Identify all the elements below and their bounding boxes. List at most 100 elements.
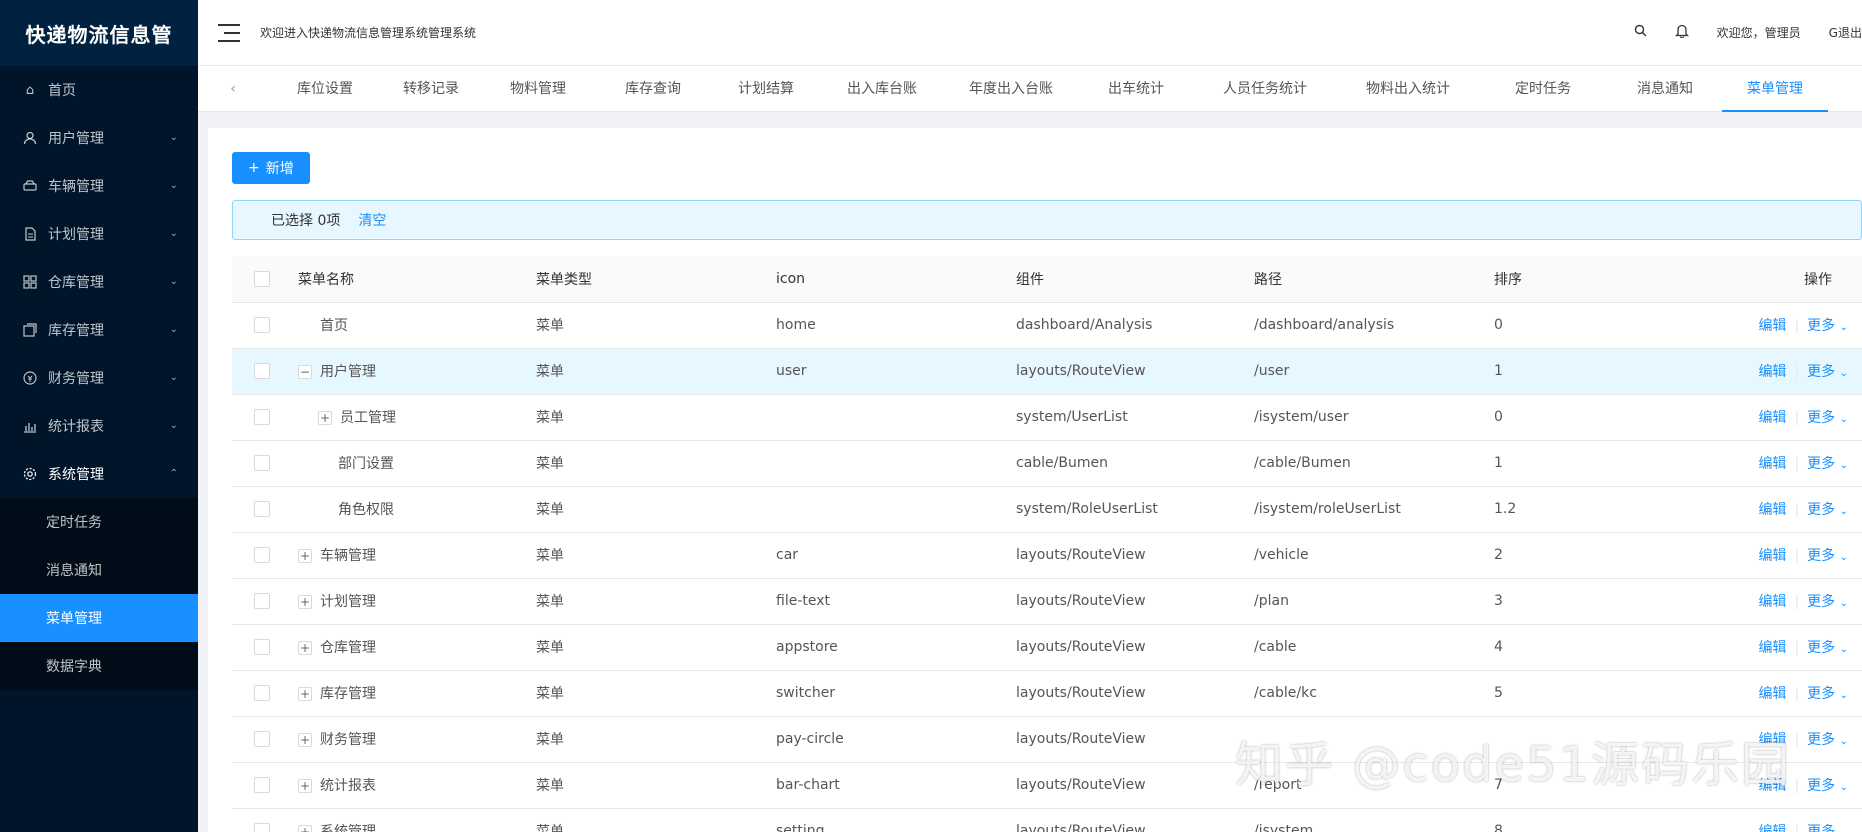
expand-row-icon[interactable]: −: [298, 365, 312, 379]
bell-icon[interactable]: [1674, 23, 1689, 42]
sidebar-item-statistics[interactable]: 统计报表 ⌄: [0, 402, 198, 450]
tab-menu-management[interactable]: 菜单管理: [1722, 66, 1828, 112]
content-card: + 新增 已选择 0项 清空 菜单名称 菜单类型 icon 组件 路径 排序 操: [208, 128, 1862, 832]
row-checkbox[interactable]: [254, 685, 270, 701]
tab-inventory-query[interactable]: 库存查询: [596, 66, 710, 112]
more-dropdown[interactable]: 更多 ⌄: [1807, 640, 1848, 656]
cell-component: system/RoleUserList: [1016, 486, 1254, 533]
sidebar-item-home[interactable]: ⌂ 首页: [0, 66, 198, 114]
more-dropdown[interactable]: 更多 ⌄: [1807, 410, 1848, 426]
switcher-icon: [22, 322, 38, 338]
edit-link[interactable]: 编辑: [1758, 548, 1786, 564]
expand-row-icon[interactable]: +: [298, 825, 312, 832]
row-checkbox[interactable]: [254, 317, 270, 333]
cell-name: 部门设置: [298, 440, 536, 487]
edit-link[interactable]: 编辑: [1758, 594, 1786, 610]
sidebar-item-label: 系统管理: [48, 467, 104, 483]
cell-component: layouts/RouteView: [1016, 716, 1254, 763]
tab-notifications[interactable]: 消息通知: [1608, 66, 1722, 112]
more-dropdown[interactable]: 更多 ⌄: [1807, 778, 1848, 794]
tab-scheduled-tasks[interactable]: 定时任务: [1478, 66, 1608, 112]
tab-material-management[interactable]: 物料管理: [480, 66, 596, 112]
expand-row-icon[interactable]: +: [298, 733, 312, 747]
select-all-checkbox[interactable]: [254, 270, 270, 287]
chevron-left-icon[interactable]: ‹: [198, 81, 268, 97]
sidebar-item-plan-management[interactable]: 计划管理 ⌄: [0, 210, 198, 258]
sidebar-subitem-scheduled-tasks[interactable]: 定时任务: [0, 498, 198, 546]
sidebar-item-user-management[interactable]: 用户管理 ⌄: [0, 114, 198, 162]
tab-transfer-records[interactable]: 转移记录: [382, 66, 480, 112]
tab-plan-settlement[interactable]: 计划结算: [710, 66, 822, 112]
cell-path: [1254, 716, 1494, 763]
edit-link[interactable]: 编辑: [1758, 318, 1786, 334]
row-checkbox[interactable]: [254, 501, 270, 517]
edit-link[interactable]: 编辑: [1758, 410, 1786, 426]
more-dropdown[interactable]: 更多 ⌄: [1807, 732, 1848, 748]
more-dropdown[interactable]: 更多 ⌄: [1807, 824, 1848, 832]
more-dropdown[interactable]: 更多 ⌄: [1807, 364, 1848, 380]
sidebar-subitem-menu-management[interactable]: 菜单管理: [0, 594, 198, 642]
edit-link[interactable]: 编辑: [1758, 502, 1786, 518]
sidebar-item-finance-management[interactable]: 财务管理 ⌄: [0, 354, 198, 402]
expand-row-icon[interactable]: +: [318, 411, 332, 425]
tab-staff-task-statistics[interactable]: 人员任务统计: [1192, 66, 1338, 112]
welcome-user[interactable]: 欢迎您，管理员: [1717, 24, 1801, 41]
row-checkbox[interactable]: [254, 455, 270, 471]
more-dropdown[interactable]: 更多 ⌄: [1807, 548, 1848, 564]
row-checkbox-cell: [232, 624, 298, 671]
edit-link[interactable]: 编辑: [1758, 778, 1786, 794]
more-dropdown[interactable]: 更多 ⌄: [1807, 594, 1848, 610]
chevron-down-icon: ⌄: [169, 420, 178, 431]
search-icon[interactable]: [1634, 24, 1647, 41]
cell-icon: file-text: [776, 578, 1016, 625]
cell-actions: 编辑 | 更多 ⌄: [1644, 762, 1862, 809]
expand-row-icon[interactable]: +: [298, 779, 312, 793]
row-checkbox[interactable]: [254, 639, 270, 655]
row-checkbox[interactable]: [254, 363, 270, 379]
row-checkbox[interactable]: [254, 823, 270, 832]
expand-row-icon[interactable]: +: [298, 687, 312, 701]
sidebar-item-system-management[interactable]: 系统管理 ⌃: [0, 450, 198, 498]
tab-material-io-statistics[interactable]: 物料出入统计: [1338, 66, 1478, 112]
more-dropdown[interactable]: 更多 ⌄: [1807, 686, 1848, 702]
cell-sort: 5: [1494, 670, 1644, 717]
row-checkbox[interactable]: [254, 731, 270, 747]
cell-path: /cable/kc: [1254, 670, 1494, 717]
sidebar-item-warehouse-management[interactable]: 仓库管理 ⌄: [0, 258, 198, 306]
cell-icon: car: [776, 532, 1016, 579]
tab-location-settings[interactable]: 库位设置: [268, 66, 382, 112]
row-checkbox[interactable]: [254, 593, 270, 609]
edit-link[interactable]: 编辑: [1758, 640, 1786, 656]
menu-fold-icon[interactable]: [218, 23, 240, 42]
sidebar-subitem-data-dictionary[interactable]: 数据字典: [0, 642, 198, 690]
edit-link[interactable]: 编辑: [1758, 456, 1786, 472]
edit-link[interactable]: 编辑: [1758, 364, 1786, 380]
selection-count: 已选择 0项: [271, 213, 341, 229]
cell-type: 菜单: [536, 486, 776, 533]
edit-link[interactable]: 编辑: [1758, 824, 1786, 832]
logout-button[interactable]: G退出: [1829, 24, 1862, 41]
expand-row-icon[interactable]: +: [298, 595, 312, 609]
cell-actions: 编辑 | 更多 ⌄: [1644, 578, 1862, 625]
row-checkbox[interactable]: [254, 547, 270, 563]
tab-dispatch-statistics[interactable]: 出车统计: [1080, 66, 1192, 112]
table-row: + 员工管理 菜单 system/UserList/isystem/user 0 编辑 | 更…: [232, 394, 1862, 441]
select-all-checkbox-cell: [232, 256, 298, 303]
edit-link[interactable]: 编辑: [1758, 732, 1786, 748]
expand-row-icon[interactable]: +: [298, 641, 312, 655]
row-checkbox[interactable]: [254, 409, 270, 425]
expand-row-icon[interactable]: +: [298, 549, 312, 563]
more-dropdown[interactable]: 更多 ⌄: [1807, 502, 1848, 518]
edit-link[interactable]: 编辑: [1758, 686, 1786, 702]
more-dropdown[interactable]: 更多 ⌄: [1807, 456, 1848, 472]
tab-io-ledger[interactable]: 出入库台账: [822, 66, 942, 112]
sidebar-subitem-notifications[interactable]: 消息通知: [0, 546, 198, 594]
clear-selection-link[interactable]: 清空: [358, 210, 386, 230]
sidebar-item-vehicle-management[interactable]: 车辆管理 ⌄: [0, 162, 198, 210]
add-button[interactable]: + 新增: [232, 152, 310, 184]
sidebar-item-label: 用户管理: [48, 131, 104, 147]
sidebar-item-inventory-management[interactable]: 库存管理 ⌄: [0, 306, 198, 354]
more-dropdown[interactable]: 更多 ⌄: [1807, 318, 1848, 334]
row-checkbox[interactable]: [254, 777, 270, 793]
tab-annual-io-ledger[interactable]: 年度出入台账: [942, 66, 1080, 112]
